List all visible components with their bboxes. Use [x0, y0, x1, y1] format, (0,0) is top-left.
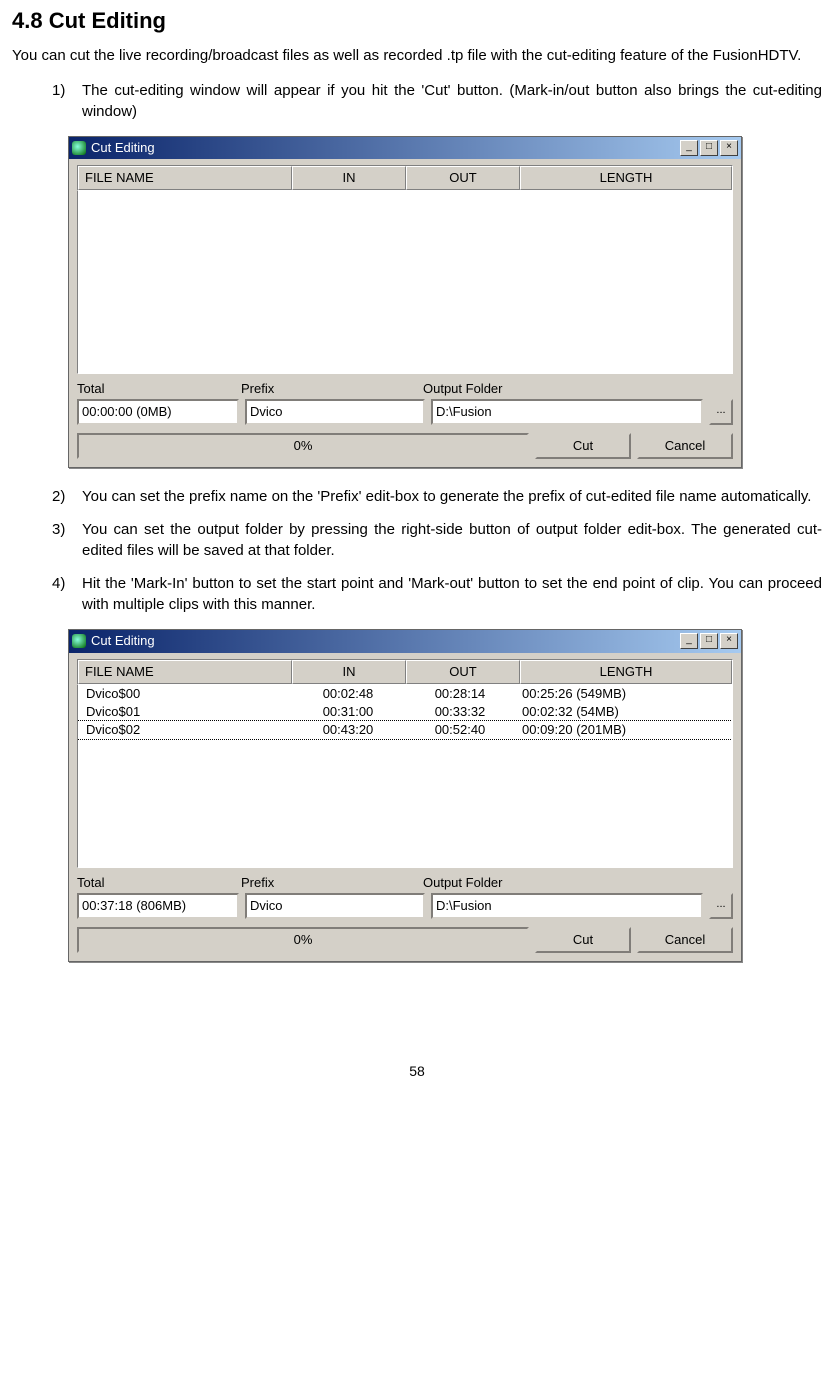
browse-button[interactable]: ... [709, 893, 733, 919]
cut-editing-window: Cut Editing _ □ × FILE NAME IN OUT LENGT… [68, 136, 742, 469]
cell-out: 00:28:14 [404, 685, 516, 703]
maximize-button[interactable]: □ [700, 633, 718, 649]
cancel-button[interactable]: Cancel [637, 433, 733, 459]
table-row[interactable]: Dvico$00 00:02:48 00:28:14 00:25:26 (549… [78, 685, 732, 703]
close-button[interactable]: × [720, 633, 738, 649]
list-body[interactable] [77, 191, 733, 374]
table-row[interactable]: Dvico$01 00:31:00 00:33:32 00:02:32 (54M… [78, 703, 732, 721]
page-number: 58 [12, 1062, 822, 1082]
output-field[interactable]: D:\Fusion [431, 893, 703, 919]
cell-out: 00:52:40 [404, 721, 516, 739]
table-row[interactable]: Dvico$02 00:43:20 00:52:40 00:09:20 (201… [78, 721, 732, 739]
cell-out: 00:33:32 [404, 703, 516, 721]
titlebar: Cut Editing _ □ × [69, 137, 741, 159]
cancel-button[interactable]: Cancel [637, 927, 733, 953]
list-number: 3) [52, 519, 82, 561]
cut-editing-window: Cut Editing _ □ × FILE NAME IN OUT LENGT… [68, 629, 742, 962]
col-filename[interactable]: FILE NAME [78, 166, 292, 190]
list-number: 4) [52, 573, 82, 615]
app-icon [72, 141, 86, 155]
cell-file: Dvico$00 [80, 685, 292, 703]
cell-file: Dvico$01 [80, 703, 292, 721]
label-prefix: Prefix [241, 874, 423, 892]
cell-file: Dvico$02 [80, 721, 292, 739]
minimize-button[interactable]: _ [680, 633, 698, 649]
cell-len: 00:02:32 (54MB) [516, 703, 730, 721]
col-out[interactable]: OUT [406, 166, 520, 190]
prefix-field[interactable]: Dvico [245, 893, 425, 919]
cell-len: 00:09:20 (201MB) [516, 721, 730, 739]
label-prefix: Prefix [241, 380, 423, 398]
label-total: Total [77, 874, 241, 892]
list-text: Hit the 'Mark-In' button to set the star… [82, 573, 822, 615]
window-title: Cut Editing [91, 632, 680, 650]
cell-in: 00:43:20 [292, 721, 404, 739]
col-out[interactable]: OUT [406, 660, 520, 684]
col-length[interactable]: LENGTH [520, 660, 732, 684]
col-in[interactable]: IN [292, 660, 406, 684]
intro-text: You can cut the live recording/broadcast… [12, 45, 822, 66]
label-output: Output Folder [423, 874, 733, 892]
section-heading: 4.8 Cut Editing [12, 6, 822, 37]
minimize-button[interactable]: _ [680, 140, 698, 156]
prefix-field[interactable]: Dvico [245, 399, 425, 425]
list-number: 2) [52, 486, 82, 507]
col-length[interactable]: LENGTH [520, 166, 732, 190]
cell-in: 00:02:48 [292, 685, 404, 703]
list-number: 1) [52, 80, 82, 122]
cut-button[interactable]: Cut [535, 433, 631, 459]
window-title: Cut Editing [91, 139, 680, 157]
list-body[interactable]: Dvico$00 00:02:48 00:28:14 00:25:26 (549… [77, 685, 733, 868]
list-text: You can set the output folder by pressin… [82, 519, 822, 561]
browse-button[interactable]: ... [709, 399, 733, 425]
label-total: Total [77, 380, 241, 398]
app-icon [72, 634, 86, 648]
output-field[interactable]: D:\Fusion [431, 399, 703, 425]
cell-len: 00:25:26 (549MB) [516, 685, 730, 703]
label-output: Output Folder [423, 380, 733, 398]
close-button[interactable]: × [720, 140, 738, 156]
progress-bar: 0% [77, 927, 529, 953]
list-header: FILE NAME IN OUT LENGTH [77, 165, 733, 191]
list-header: FILE NAME IN OUT LENGTH [77, 659, 733, 685]
cut-button[interactable]: Cut [535, 927, 631, 953]
col-filename[interactable]: FILE NAME [78, 660, 292, 684]
total-field[interactable]: 00:00:00 (0MB) [77, 399, 239, 425]
col-in[interactable]: IN [292, 166, 406, 190]
list-text: You can set the prefix name on the 'Pref… [82, 486, 822, 507]
total-field[interactable]: 00:37:18 (806MB) [77, 893, 239, 919]
cell-in: 00:31:00 [292, 703, 404, 721]
progress-bar: 0% [77, 433, 529, 459]
list-text: The cut-editing window will appear if yo… [82, 80, 822, 122]
maximize-button[interactable]: □ [700, 140, 718, 156]
titlebar: Cut Editing _ □ × [69, 630, 741, 652]
